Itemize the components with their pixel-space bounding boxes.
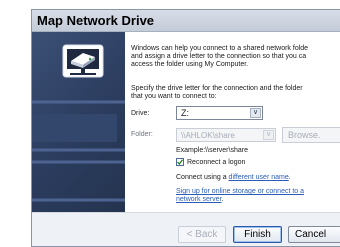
wizard-content: Windows can help you connect to a shared… bbox=[125, 32, 340, 212]
reconnect-option[interactable]: Reconnect a logon bbox=[176, 158, 245, 166]
back-button[interactable]: < Back bbox=[178, 226, 226, 243]
signup-link-line1[interactable]: Sign up for online storage or connect to… bbox=[176, 188, 340, 196]
browse-button[interactable]: Browse. bbox=[282, 127, 340, 143]
drive-letter-value: Z: bbox=[181, 108, 189, 118]
prompt-line: that you want to connect to: bbox=[131, 93, 217, 100]
intro-text: Windows can help you connect to a shared… bbox=[131, 45, 340, 69]
wizard-footer: < Back Finish Cancel bbox=[32, 212, 340, 246]
cancel-button[interactable]: Cancel bbox=[288, 226, 340, 243]
folder-path-combo[interactable]: \\AHLOK\share ∨ bbox=[176, 128, 276, 142]
connect-using-prefix: Connect using a bbox=[176, 174, 229, 181]
connect-using-row: Connect using a different user name. bbox=[176, 174, 291, 181]
intro-line: and assign a drive letter to the connect… bbox=[131, 53, 307, 60]
signup-online-storage: Sign up for online storage or connect to… bbox=[176, 188, 340, 204]
different-user-link[interactable]: different user name bbox=[229, 174, 289, 181]
chevron-down-icon[interactable]: ∨ bbox=[250, 108, 261, 118]
finish-button[interactable]: Finish bbox=[233, 226, 282, 243]
drive-letter-select[interactable]: Z: ∨ bbox=[176, 106, 263, 120]
intro-line: access the folder using My Computer. bbox=[131, 61, 249, 68]
example-hint: Example:\\server\share bbox=[176, 147, 248, 154]
folder-path-value: \\AHLOK\share bbox=[181, 131, 235, 140]
signup-suffix: . bbox=[221, 196, 224, 203]
title-bar[interactable]: Map Network Drive bbox=[32, 10, 340, 32]
network-drive-icon bbox=[62, 44, 104, 78]
connect-using-suffix: . bbox=[288, 174, 291, 181]
folder-label: Folder: bbox=[131, 131, 153, 138]
prompt-line: Specify the drive letter for the connect… bbox=[131, 85, 303, 92]
intro-line: Windows can help you connect to a shared… bbox=[131, 45, 309, 52]
chevron-down-icon[interactable]: ∨ bbox=[263, 130, 274, 140]
checkmark-icon bbox=[177, 159, 183, 165]
map-network-drive-dialog: Map Network Drive Windows can help you c… bbox=[31, 9, 340, 247]
reconnect-checkbox[interactable] bbox=[176, 158, 184, 166]
dialog-title: Map Network Drive bbox=[37, 13, 155, 28]
prompt-text: Specify the drive letter for the connect… bbox=[131, 85, 340, 101]
drive-label: Drive: bbox=[131, 110, 150, 117]
wizard-side-panel bbox=[32, 32, 125, 212]
reconnect-label[interactable]: Reconnect a logon bbox=[187, 159, 245, 166]
signup-link-line2[interactable]: network server bbox=[176, 196, 222, 203]
